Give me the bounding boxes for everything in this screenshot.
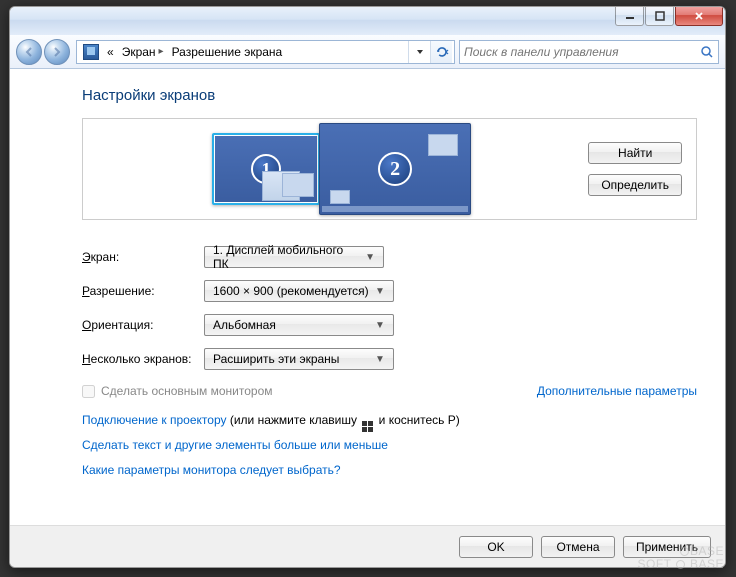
- apply-button[interactable]: Применить: [623, 536, 711, 558]
- search-box[interactable]: [459, 40, 719, 64]
- address-dropdown[interactable]: [408, 41, 430, 63]
- display-arrangement[interactable]: 1 2 Найти Определить: [82, 118, 697, 220]
- monitor-2[interactable]: 2: [319, 123, 471, 215]
- forward-button[interactable]: [44, 39, 70, 65]
- content-area: Настройки экранов 1 2 Найти Определить Э…: [10, 69, 725, 525]
- control-panel-icon: [83, 44, 99, 60]
- search-icon: [700, 45, 714, 59]
- orientation-select[interactable]: Альбомная▼: [204, 314, 394, 336]
- resolution-label: Разрешение:: [82, 284, 204, 298]
- windows-key-icon: [362, 421, 373, 432]
- breadcrumb-item-display[interactable]: Экран▸: [118, 41, 168, 63]
- page-title: Настройки экранов: [82, 87, 697, 104]
- identify-button[interactable]: Определить: [588, 174, 682, 196]
- refresh-button[interactable]: [430, 41, 452, 63]
- primary-monitor-checkbox[interactable]: [82, 385, 95, 398]
- cancel-button[interactable]: Отмена: [541, 536, 615, 558]
- monitor-1[interactable]: 1: [212, 133, 320, 205]
- chevron-down-icon: ▼: [361, 252, 379, 263]
- breadcrumb[interactable]: « Экран▸ Разрешение экрана: [76, 40, 455, 64]
- text-size-link[interactable]: Сделать текст и другие элементы больше и…: [82, 438, 388, 452]
- minimize-button[interactable]: [615, 7, 644, 26]
- chevron-down-icon: ▼: [371, 354, 389, 365]
- chevron-down-icon: ▼: [371, 320, 389, 331]
- multiple-label: Несколько экранов:: [82, 352, 204, 366]
- breadcrumb-chevron: «: [107, 45, 114, 59]
- display-label: Экран:: [82, 250, 204, 264]
- nav-buttons: [16, 38, 72, 66]
- display-select[interactable]: 1. Дисплей мобильного ПК▼: [204, 246, 384, 268]
- projector-link[interactable]: Подключение к проектору: [82, 413, 227, 427]
- breadcrumb-item-resolution[interactable]: Разрешение экрана: [168, 41, 287, 63]
- advanced-settings-link[interactable]: Дополнительные параметры: [537, 384, 697, 398]
- orientation-label: Ориентация:: [82, 318, 204, 332]
- chevron-down-icon: ▼: [371, 286, 389, 297]
- multiple-displays-select[interactable]: Расширить эти экраны▼: [204, 348, 394, 370]
- titlebar: [10, 7, 725, 35]
- primary-monitor-label: Сделать основным монитором: [101, 384, 273, 398]
- search-input[interactable]: [464, 45, 700, 59]
- monitor-number: 2: [378, 152, 412, 186]
- ok-button[interactable]: OK: [459, 536, 533, 558]
- window: « Экран▸ Разрешение экрана Настройки экр…: [9, 6, 726, 568]
- chevron-right-icon: ▸: [159, 46, 164, 57]
- dialog-footer: OK Отмена Применить: [10, 525, 725, 567]
- close-button[interactable]: [675, 7, 723, 26]
- resolution-select[interactable]: 1600 × 900 (рекомендуется)▼: [204, 280, 394, 302]
- which-settings-link[interactable]: Какие параметры монитора следует выбрать…: [82, 463, 341, 477]
- detect-button[interactable]: Найти: [588, 142, 682, 164]
- address-bar: « Экран▸ Разрешение экрана: [10, 35, 725, 69]
- back-button[interactable]: [16, 39, 42, 65]
- maximize-button[interactable]: [645, 7, 674, 26]
